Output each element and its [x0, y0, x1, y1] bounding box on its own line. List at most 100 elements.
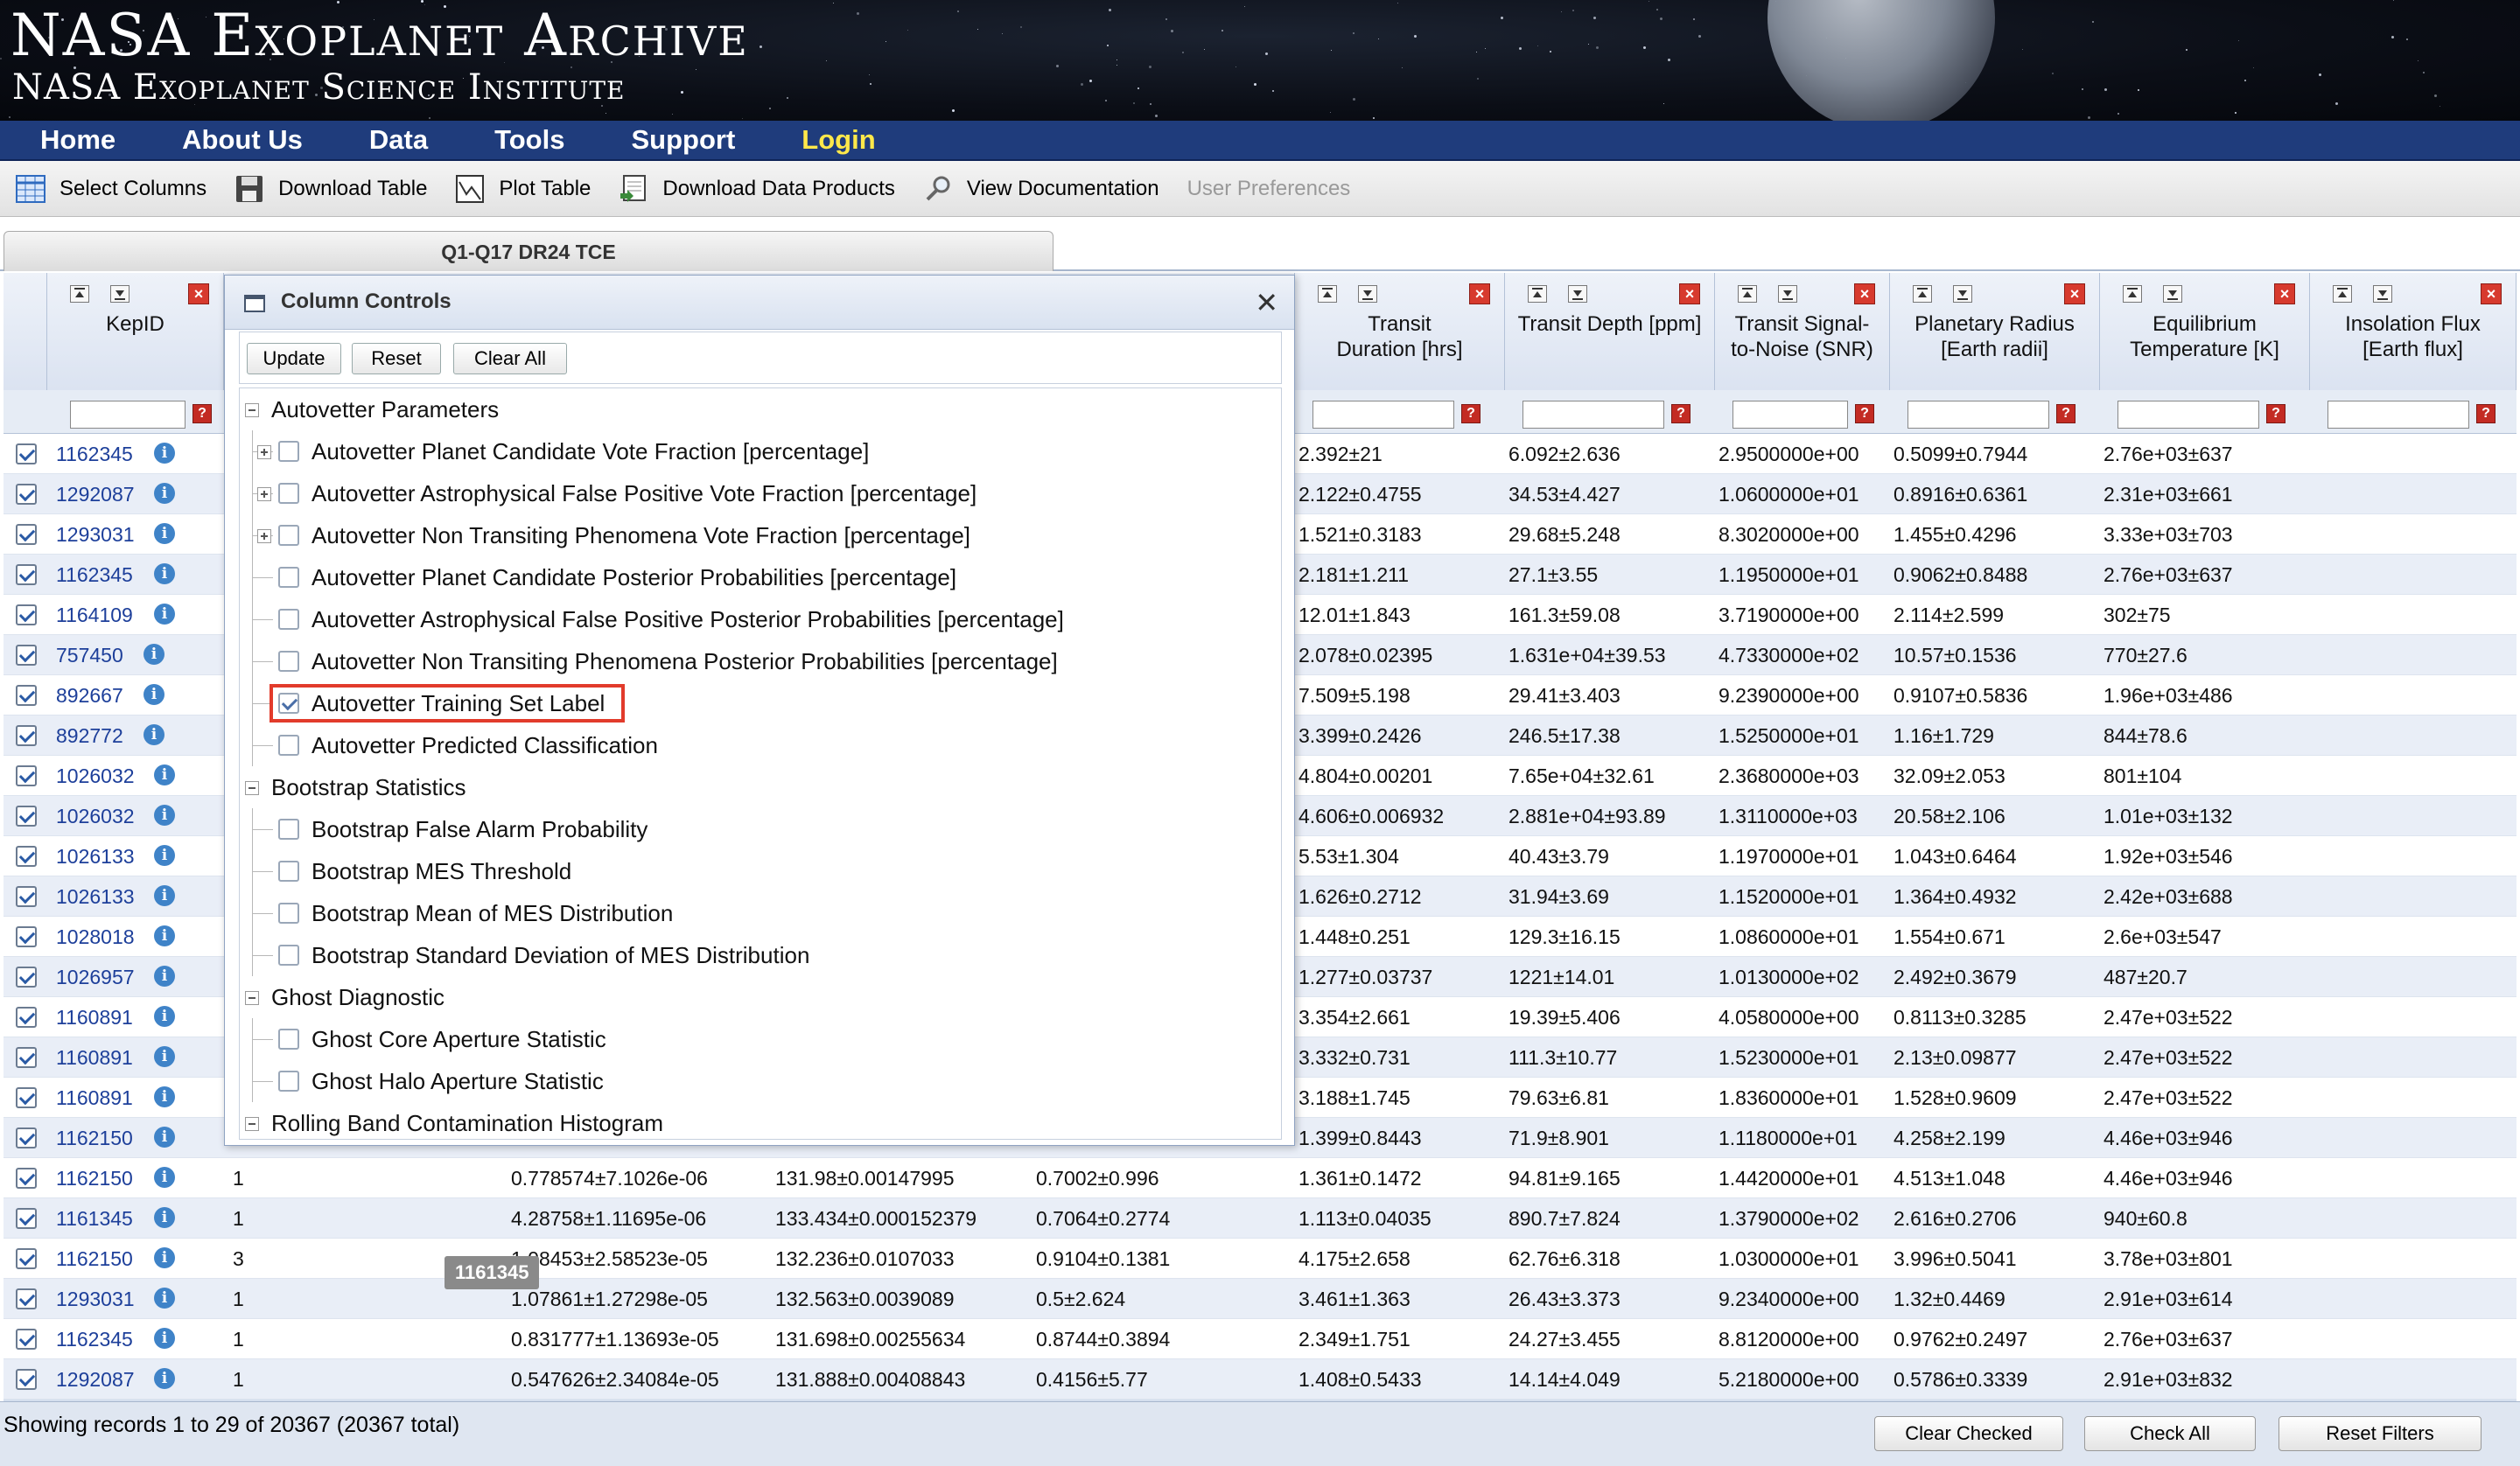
info-icon[interactable]: i [144, 724, 164, 745]
info-icon[interactable]: i [154, 483, 175, 504]
kepid-link[interactable]: 1162150 [56, 1158, 133, 1198]
kepid-link[interactable]: 1293031 [56, 514, 135, 555]
check-all-button[interactable]: Check All [2084, 1416, 2256, 1451]
info-icon[interactable]: i [154, 805, 175, 826]
row-checkbox[interactable] [16, 725, 37, 746]
row-checkbox[interactable] [16, 604, 37, 625]
info-icon[interactable]: i [154, 1288, 175, 1309]
collapse-icon[interactable] [245, 1117, 259, 1131]
tree-item[interactable]: Autovetter Training Set Label [240, 682, 1281, 724]
kepid-link[interactable]: 1026957 [56, 957, 135, 997]
column-checkbox[interactable] [278, 441, 299, 462]
select-columns-button[interactable]: Select Columns [16, 174, 206, 204]
remove-column-icon[interactable]: × [2274, 283, 2295, 304]
row-checkbox[interactable] [16, 806, 37, 827]
kepid-link[interactable]: 1293031 [56, 1279, 135, 1319]
info-icon[interactable]: i [154, 1167, 175, 1188]
row-checkbox[interactable] [16, 765, 37, 786]
nav-tools[interactable]: Tools [494, 124, 564, 156]
insolation-flux-filter-input[interactable] [2328, 401, 2469, 429]
sort-descending-icon[interactable] [1358, 285, 1377, 303]
table-row[interactable]: 1162150 i 1 0.778574±7.1026e-06 131.98±0.001… [4, 1158, 2516, 1198]
info-icon[interactable]: i [154, 1086, 175, 1107]
column-checkbox[interactable] [278, 651, 299, 672]
tree-item[interactable]: Bootstrap Standard Deviation of MES Dist… [240, 934, 1281, 976]
kepid-link[interactable]: 1162345 [56, 434, 133, 474]
reset-filters-button[interactable]: Reset Filters [2278, 1416, 2482, 1451]
kepid-link[interactable]: 1026032 [56, 796, 135, 836]
equilibrium-temperature-filter-input[interactable] [2118, 401, 2259, 429]
row-checkbox[interactable] [16, 443, 37, 464]
nav-about-us[interactable]: About Us [182, 124, 303, 156]
tab-q1-q17-dr24-tce[interactable]: Q1-Q17 DR24 TCE [4, 231, 1054, 271]
remove-column-icon[interactable]: × [2481, 283, 2502, 304]
tree-group[interactable]: Ghost Diagnostic [240, 976, 1281, 1018]
collapse-icon[interactable] [245, 781, 259, 795]
filter-help-icon[interactable]: ? [1855, 404, 1874, 423]
column-checkbox[interactable] [278, 819, 299, 840]
column-checkbox[interactable] [278, 483, 299, 504]
info-icon[interactable]: i [154, 1368, 175, 1389]
user-preferences-button[interactable]: User Preferences [1187, 177, 1351, 201]
tree-item[interactable]: Bootstrap Mean of MES Distribution [240, 892, 1281, 934]
filter-help-icon[interactable]: ? [1671, 404, 1690, 423]
kepid-link[interactable]: 1162150 [56, 1239, 133, 1279]
sort-ascending-icon[interactable] [70, 285, 89, 303]
table-row[interactable]: 1293031 i 1 1.07861±1.27298e-05 132.563±0.00… [4, 1279, 2516, 1319]
column-checkbox[interactable] [278, 567, 299, 588]
row-checkbox[interactable] [16, 1168, 37, 1189]
sort-descending-icon[interactable] [1568, 285, 1587, 303]
nav-home[interactable]: Home [40, 124, 116, 156]
info-icon[interactable]: i [154, 1127, 175, 1148]
kepid-link[interactable]: 1160891 [56, 997, 133, 1037]
info-icon[interactable]: i [154, 1247, 175, 1268]
row-checkbox[interactable] [16, 645, 37, 666]
row-checkbox[interactable] [16, 1248, 37, 1269]
tree-group[interactable]: Bootstrap Statistics [240, 766, 1281, 808]
info-icon[interactable]: i [144, 684, 164, 705]
row-checkbox[interactable] [16, 1369, 37, 1390]
row-checkbox[interactable] [16, 967, 37, 988]
info-icon[interactable]: i [154, 966, 175, 987]
info-icon[interactable]: i [154, 764, 175, 785]
row-checkbox[interactable] [16, 846, 37, 867]
sort-ascending-icon[interactable] [1528, 285, 1547, 303]
column-checkbox[interactable] [278, 525, 299, 546]
row-checkbox[interactable] [16, 564, 37, 585]
remove-column-icon[interactable]: × [1679, 283, 1700, 304]
row-checkbox[interactable] [16, 484, 37, 505]
transit-snr-filter-input[interactable] [1732, 401, 1848, 429]
row-checkbox[interactable] [16, 1288, 37, 1309]
row-checkbox[interactable] [16, 926, 37, 947]
row-checkbox[interactable] [16, 1087, 37, 1108]
column-checkbox[interactable] [278, 609, 299, 630]
kepid-link[interactable]: 1164109 [56, 595, 133, 635]
clear-checked-button[interactable]: Clear Checked [1874, 1416, 2063, 1451]
kepid-link[interactable]: 1026133 [56, 876, 135, 917]
tree-group[interactable]: Rolling Band Contamination Histogram [240, 1102, 1281, 1139]
nav-login[interactable]: Login [802, 124, 875, 156]
nav-data[interactable]: Data [369, 124, 428, 156]
remove-column-icon[interactable]: × [1469, 283, 1490, 304]
tree-item[interactable]: Autovetter Predicted Classification [240, 724, 1281, 766]
kepid-link[interactable]: 1162150 [56, 1118, 133, 1158]
column-checkbox[interactable] [278, 1029, 299, 1050]
tree-item[interactable]: Autovetter Planet Candidate Vote Fractio… [240, 430, 1281, 472]
sort-descending-icon[interactable] [2163, 285, 2182, 303]
info-icon[interactable]: i [154, 443, 175, 464]
info-icon[interactable]: i [154, 885, 175, 906]
tree-item[interactable]: Bootstrap MES Threshold [240, 850, 1281, 892]
remove-column-icon[interactable]: × [2064, 283, 2085, 304]
sort-ascending-icon[interactable] [2123, 285, 2142, 303]
expand-icon[interactable] [257, 445, 271, 459]
kepid-link[interactable]: 1026133 [56, 836, 135, 876]
download-table-button[interactable]: Download Table [234, 174, 427, 204]
info-icon[interactable]: i [154, 563, 175, 584]
filter-help-icon[interactable]: ? [2476, 404, 2496, 423]
sort-ascending-icon[interactable] [2333, 285, 2352, 303]
table-row[interactable]: 1292087 i 1 0.547626±2.34084e-05 131.888±0.0… [4, 1359, 2516, 1400]
filter-help-icon[interactable]: ? [2266, 404, 2286, 423]
kepid-link[interactable]: 1160891 [56, 1037, 133, 1078]
info-icon[interactable]: i [154, 604, 175, 625]
clear-all-button[interactable]: Clear All [453, 343, 567, 374]
